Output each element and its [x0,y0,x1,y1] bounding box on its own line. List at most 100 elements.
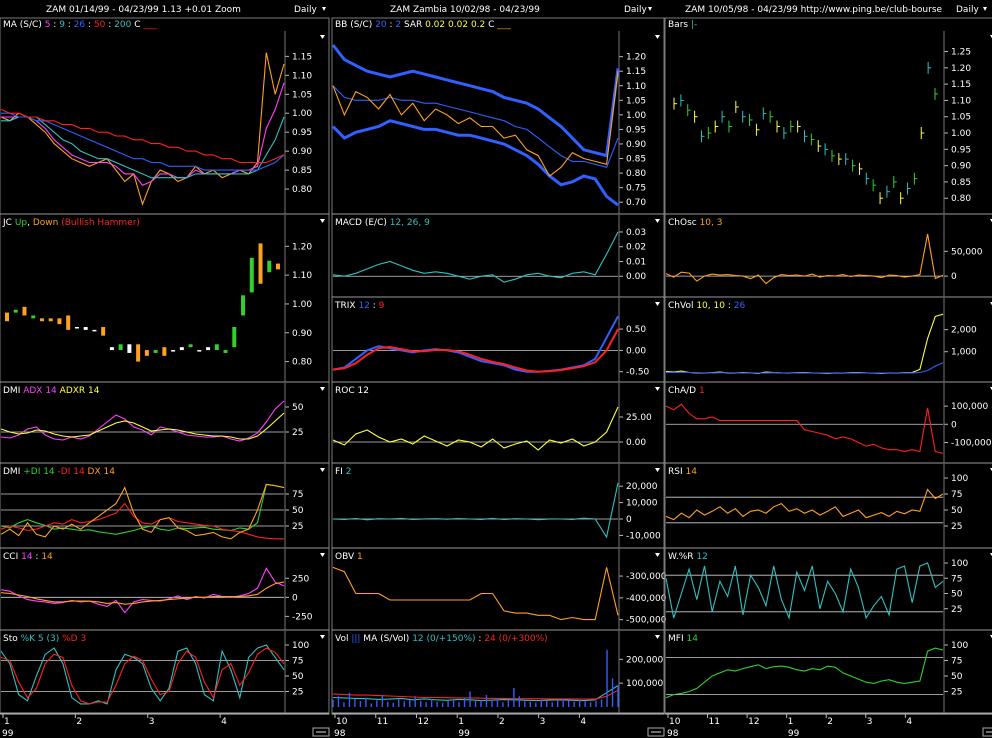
y-tick-label: 1.05 [951,113,971,123]
title-segment: ROC 12 [335,386,369,396]
panel-macd: MACD (E/C) 12, 26, 9 0.03 0.02 0.01 0.00 [332,215,664,298]
series-line [1,116,285,179]
y-tick-label: 1.00 [292,300,312,310]
title-segment: MACD (E/C) [335,218,390,228]
panel-title: Bars |- [668,20,697,30]
panel-title: FI 2 [335,467,351,477]
x-tick-label: 3 [149,717,155,727]
y-tick-label: 0.70 [626,198,646,208]
y-tick-label: 25 [951,605,962,615]
candle [66,315,71,330]
y-tick-label: 0.00 [626,346,646,356]
period-selector[interactable]: Daily [956,5,979,15]
title-segment: FI [335,467,346,477]
y-tick-label: 100 [292,641,309,651]
panel-vol: Vol ||| MA (S/Vol) 12 (0/+150%) : 24 (0/… [332,631,664,714]
title-segment: 1 [357,552,363,562]
y-tick-label: 0 [292,593,298,603]
y-tick-label: 1.10 [951,96,971,106]
series-line [0,483,285,540]
panel-menu-icon[interactable] [655,387,660,391]
series-line [332,482,619,539]
y-tick-label: 0.95 [626,125,646,135]
title-segment: 0.02 [448,20,468,30]
y-tick-label: 100,000 [951,402,988,412]
period-selector[interactable]: Daily [624,5,647,15]
candle [127,344,132,353]
x-tick-label: 2 [499,717,505,727]
title-segment: W.%R [668,552,696,562]
panel-chvol: ChVol 10, 10 : 26 2,000 1,000 [665,298,992,383]
x-tick-label: 4 [221,717,227,727]
x-tick-label: 1 [458,717,464,727]
panel-title: ChOsc 10, 3 [668,218,722,228]
x-tick-label: 12 [748,717,759,727]
panel-menu-icon[interactable] [655,219,660,223]
panel-title: MACD (E/C) 12, 26, 9 [335,218,430,228]
x-tick-label: 2 [827,717,833,727]
x-tick-label: 4 [580,717,586,727]
title-segment: 9 [379,301,385,311]
panel-title: W.%R 12 [668,552,708,562]
panel-menu-icon[interactable] [320,468,325,472]
series-line [666,362,944,374]
panel-cci: CCI 14 : 14 250 0 -250 [0,549,329,631]
title-segment: : [476,634,485,644]
y-tick-label: 1.20 [292,242,312,252]
y-tick-label: 25 [951,522,962,532]
y-tick-label: 50 [292,403,304,413]
panel-rsi: RSI 14 100 75 50 25 [665,464,992,549]
series-line [0,647,285,705]
panel-menu-icon[interactable] [655,635,660,639]
y-tick-label: 1.05 [626,96,646,106]
column-frame [664,17,992,715]
x-tick-label: 2 [76,717,82,727]
y-tick-label: 75 [292,490,303,500]
panel-menu-icon[interactable] [655,553,660,557]
panel-menu-icon[interactable] [320,553,325,557]
title-segment: : [65,20,74,30]
y-tick-label: -0.50 [626,368,650,378]
y-tick-label: 250 [292,574,309,584]
title-segment: ___ [496,20,511,30]
title-segment: ||| [351,634,360,644]
series-line [1,112,285,171]
title-segment: RSI [668,467,685,477]
period-selector[interactable]: Daily [294,5,317,15]
column-2: ZAM Zambia 10/02/98 - 04/23/99 Daily BB (S… [331,5,667,738]
panel-menu-icon[interactable] [320,219,325,223]
panel-sto: Sto %K 5 (3) %D 3 100 75 50 25 [0,631,329,714]
y-tick-label: 75 [292,657,303,667]
y-tick-label: 0.95 [951,145,971,155]
x-tick-label: 10 [669,717,681,727]
y-tick-label: 100,000 [626,679,663,689]
y-tick-label: 100 [951,559,968,569]
title-segment: BB (S/C) [335,20,375,30]
title-segment: ChVol [668,301,696,311]
y-tick-label: 0.90 [292,147,312,157]
y-tick-label: 0.02 [626,243,646,253]
y-tick-label: 75 [951,490,962,500]
title-segment: 14 [686,634,698,644]
panel-menu-icon[interactable] [655,35,660,39]
y-tick-label: 1.00 [626,111,646,121]
x-year-label: 98 [667,729,679,738]
title-segment: 12 [696,552,707,562]
title-segment: Sto [3,634,21,644]
series-line [0,52,285,206]
panel-menu-icon[interactable] [655,302,660,306]
y-tick-label: 1,000 [951,348,977,358]
candle [232,327,237,348]
series-line [665,488,944,521]
panel-menu-icon[interactable] [320,635,325,639]
panel-menu-icon[interactable] [655,468,660,472]
title-segment: 26 [734,301,746,311]
panel-menu-icon[interactable] [320,35,325,39]
panel-dmi1: DMI ADX 14 ADXR 14 50 25 [0,383,329,464]
x-year-label: 98 [334,729,346,738]
panel-menu-icon[interactable] [320,387,325,391]
y-tick-label: 1.25 [951,48,971,58]
y-tick-label: 1.15 [626,67,646,77]
title-segment: %D 3 [59,634,86,644]
title-segment: : [105,20,114,30]
